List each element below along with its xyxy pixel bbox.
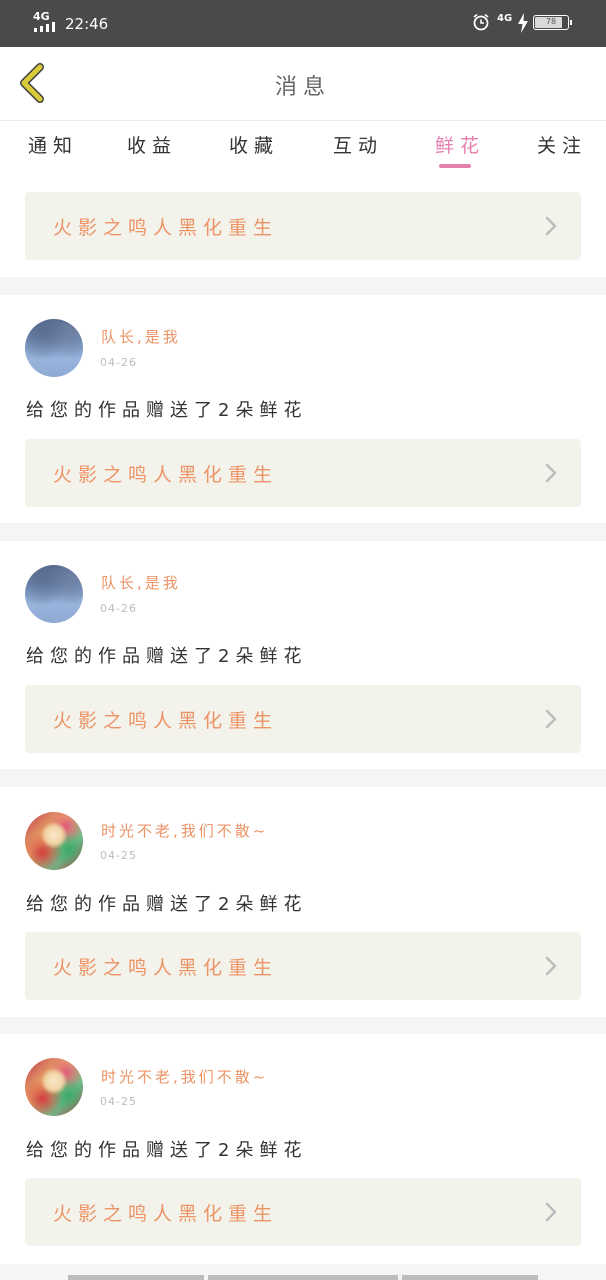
work-title: 火影之鸣人黑化重生 xyxy=(53,217,279,239)
charging-bolt-icon xyxy=(518,13,528,33)
scroll-hint xyxy=(402,1275,538,1280)
message-card: 队长,是我 04-26 给您的作品赠送了2朵鲜花 火影之鸣人黑化重生 xyxy=(0,295,606,523)
status-time: 22:46 xyxy=(65,15,109,33)
header: 消息 xyxy=(0,47,606,121)
work-title: 火影之鸣人黑化重生 xyxy=(53,464,279,486)
message-date: 04-26 xyxy=(100,602,137,615)
message-text: 给您的作品赠送了2朵鲜花 xyxy=(26,894,308,915)
work-title: 火影之鸣人黑化重生 xyxy=(53,957,279,979)
message-text: 给您的作品赠送了2朵鲜花 xyxy=(26,1140,308,1161)
chevron-right-icon xyxy=(545,216,557,236)
page-title: 消息 xyxy=(274,75,331,100)
work-link[interactable]: 火影之鸣人黑化重生 xyxy=(25,685,581,753)
work-link[interactable]: 火影之鸣人黑化重生 xyxy=(25,1178,581,1246)
avatar[interactable] xyxy=(25,319,83,377)
network-type: 4G xyxy=(33,10,50,23)
avatar[interactable] xyxy=(25,812,83,870)
scroll-hint xyxy=(208,1275,398,1280)
message-card: 队长,是我 04-26 给您的作品赠送了2朵鲜花 火影之鸣人黑化重生 xyxy=(0,541,606,769)
sender-name[interactable]: 时光不老,我们不散~ xyxy=(101,820,268,841)
sender-name[interactable]: 时光不老,我们不散~ xyxy=(101,1066,268,1087)
sender-name[interactable]: 队长,是我 xyxy=(101,326,181,347)
active-tab-indicator xyxy=(439,164,471,168)
message-card: 时光不老,我们不散~ 04-25 给您的作品赠送了2朵鲜花 火影之鸣人黑化重生 xyxy=(0,787,606,1017)
scroll-hint xyxy=(68,1275,204,1280)
chevron-right-icon xyxy=(545,463,557,483)
chevron-right-icon xyxy=(545,709,557,729)
signal-icon xyxy=(34,22,58,32)
message-card: 时光不老,我们不散~ 04-25 给您的作品赠送了2朵鲜花 火影之鸣人黑化重生 xyxy=(0,1034,606,1264)
status-bar: 4G 22:46 4G 78 xyxy=(0,0,606,47)
message-date: 04-25 xyxy=(100,849,137,862)
chevron-right-icon xyxy=(545,956,557,976)
work-link[interactable]: 火影之鸣人黑化重生 xyxy=(25,932,581,1000)
tab-notifications[interactable]: 通知 xyxy=(28,131,78,158)
work-link[interactable]: 火影之鸣人黑化重生 xyxy=(25,192,581,260)
chevron-right-icon xyxy=(545,1202,557,1222)
message-date: 04-26 xyxy=(100,356,137,369)
sender-name[interactable]: 队长,是我 xyxy=(101,572,181,593)
alarm-icon xyxy=(473,13,489,31)
message-text: 给您的作品赠送了2朵鲜花 xyxy=(26,400,308,421)
avatar[interactable] xyxy=(25,1058,83,1116)
message-card-top: 火影之鸣人黑化重生 xyxy=(0,176,606,277)
work-title: 火影之鸣人黑化重生 xyxy=(53,710,279,732)
message-date: 04-25 xyxy=(100,1095,137,1108)
work-link[interactable]: 火影之鸣人黑化重生 xyxy=(25,439,581,507)
tab-favorites[interactable]: 收藏 xyxy=(229,131,279,158)
message-text: 给您的作品赠送了2朵鲜花 xyxy=(26,646,308,667)
tab-bar: 通知 收益 收藏 互动 鲜花 关注 xyxy=(0,121,606,176)
tab-interactions[interactable]: 互动 xyxy=(333,131,383,158)
tab-following[interactable]: 关注 xyxy=(537,131,587,158)
battery-icon: 78 xyxy=(533,15,572,30)
tab-flowers[interactable]: 鲜花 xyxy=(435,131,485,158)
network-type-secondary: 4G xyxy=(497,13,513,24)
battery-level: 78 xyxy=(545,17,557,26)
avatar[interactable] xyxy=(25,565,83,623)
tab-earnings[interactable]: 收益 xyxy=(127,131,177,158)
work-title: 火影之鸣人黑化重生 xyxy=(53,1203,279,1225)
